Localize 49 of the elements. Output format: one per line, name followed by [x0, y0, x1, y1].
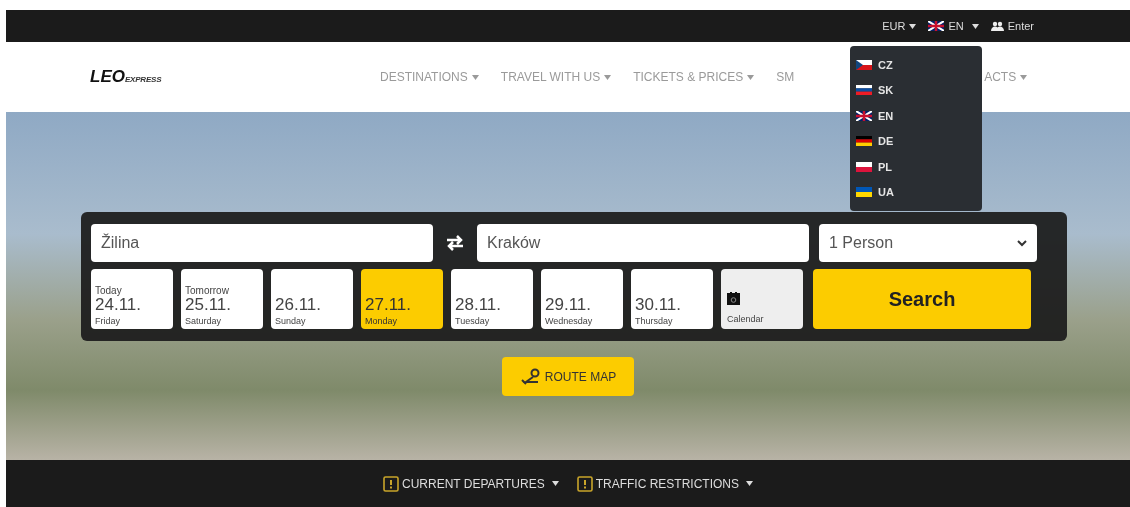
route-map-button[interactable]: ROUTE MAP [502, 357, 634, 396]
flag-icon [928, 21, 945, 31]
swap-icon[interactable] [445, 235, 465, 251]
date-tab[interactable]: 30.11. Thursday [631, 269, 713, 329]
logo-text: LEO [90, 66, 125, 89]
language-option[interactable]: DE [850, 128, 982, 154]
date-tab[interactable]: 27.11. Monday [361, 269, 443, 329]
to-field[interactable]: Kraków [477, 224, 809, 262]
date-tab[interactable]: 26.11. Sunday [271, 269, 353, 329]
passengers-select[interactable]: 1 Person [819, 224, 1037, 262]
caret-icon [909, 23, 917, 29]
alert-icon [383, 475, 399, 492]
calendar-icon [727, 291, 740, 305]
caret-icon [971, 23, 979, 29]
dropdown-link[interactable]: CURRENT DEPARTURES [383, 474, 559, 493]
login-link[interactable]: Enter [990, 17, 1034, 35]
chevron-down-icon [1017, 239, 1027, 247]
logo[interactable]: LEOEXPRESS [90, 64, 380, 90]
users-icon [990, 21, 1004, 31]
caret-icon [746, 481, 753, 486]
language-option[interactable]: EN [850, 103, 982, 129]
flag-icon [856, 161, 872, 172]
from-field[interactable]: Žilina [91, 224, 433, 262]
date-tab[interactable]: Tomorrow 25.11. Saturday [181, 269, 263, 329]
flag-icon [856, 187, 872, 198]
date-tab[interactable]: 28.11. Tuesday [451, 269, 533, 329]
route-icon [519, 367, 542, 386]
caret-icon [1020, 74, 1028, 80]
dropdown-link[interactable]: TRAFFIC RESTRICTIONS [576, 474, 753, 493]
flag-icon [856, 136, 872, 147]
caret-icon [747, 74, 755, 80]
flag-icon [856, 110, 872, 121]
calendar-button[interactable]: Calendar [721, 269, 803, 329]
caret-icon [604, 74, 612, 80]
language-option[interactable]: CZ [850, 52, 982, 78]
flag-icon [856, 59, 872, 70]
caret-icon [551, 481, 559, 486]
date-tab[interactable]: Today 24.11. Friday [91, 269, 173, 329]
search-button[interactable]: Search [813, 269, 1031, 329]
language-option[interactable]: UA [850, 179, 982, 205]
language-option[interactable]: SK [850, 77, 982, 103]
date-tab[interactable]: 29.11. Wednesday [541, 269, 623, 329]
flag-icon [856, 85, 872, 96]
logo-subtext: EXPRESS [124, 75, 162, 87]
alert-icon [576, 475, 593, 492]
language-selector[interactable]: EN [928, 17, 979, 35]
currency-selector[interactable]: EUR [882, 17, 917, 35]
caret-icon [471, 74, 479, 80]
language-option[interactable]: PL [850, 154, 982, 180]
